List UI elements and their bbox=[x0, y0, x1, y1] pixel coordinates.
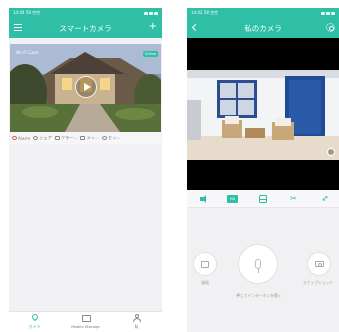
speaker-icon[interactable] bbox=[327, 148, 335, 156]
camera-name: Wi-Fi Cam bbox=[16, 51, 39, 56]
fullscreen-icon: ↕ bbox=[318, 192, 330, 204]
back-icon[interactable] bbox=[191, 23, 200, 32]
status-icons bbox=[321, 11, 335, 15]
play-icon[interactable] bbox=[75, 76, 97, 98]
quality-button[interactable]: HD bbox=[226, 193, 240, 205]
message-icon bbox=[80, 136, 86, 140]
tab-mobile-storage-label: Mobile Storage bbox=[71, 324, 100, 329]
status-icons bbox=[144, 11, 158, 15]
video-letterbox-top bbox=[187, 38, 339, 70]
alarm-action[interactable]: Alarm bbox=[12, 136, 30, 141]
microphone-icon bbox=[255, 259, 261, 273]
message-label: メッ... bbox=[86, 135, 99, 140]
fullscreen-button[interactable]: ↕ bbox=[317, 193, 331, 205]
alarm-icon bbox=[12, 136, 17, 140]
tab-camera[interactable]: カメラ bbox=[15, 312, 55, 330]
status-time: 14:02 58 空空 bbox=[191, 10, 219, 15]
snapshot-label: スナップショット bbox=[302, 280, 334, 285]
app-header: 14:04 58 空空 スマートカメラ + bbox=[9, 8, 162, 38]
location-pin-icon bbox=[30, 312, 39, 322]
live-video[interactable] bbox=[187, 70, 339, 160]
picture-icon bbox=[81, 315, 91, 322]
status-bar: 14:04 58 空空 bbox=[9, 8, 162, 18]
tab-me[interactable]: 私 bbox=[117, 314, 157, 330]
talk-label: 押してインターホンを聴く bbox=[236, 293, 282, 298]
video-controls: HD ✂ ↕ bbox=[187, 190, 339, 208]
add-camera-icon[interactable]: + bbox=[149, 22, 157, 32]
app-header: 14:02 58 空空 私のカメラ bbox=[187, 8, 339, 38]
camera-action-bar: Alarm シェア クラー... メッ... セッ... bbox=[10, 132, 161, 144]
page-title: スマートカメラ bbox=[59, 23, 112, 33]
share-icon bbox=[33, 136, 39, 140]
nav-bar: スマートカメラ + bbox=[9, 18, 162, 38]
cloud-action[interactable]: クラー... bbox=[54, 135, 78, 141]
patio-image bbox=[187, 70, 339, 160]
record-button[interactable] bbox=[193, 252, 217, 276]
camera-list-screen: 14:04 58 空空 スマートカメラ + Wi-Fi Cam Online A… bbox=[9, 8, 162, 332]
gear-icon[interactable] bbox=[326, 23, 335, 32]
record-icon bbox=[201, 260, 209, 268]
clip-button[interactable]: ✂ bbox=[287, 193, 301, 205]
scissors-icon: ✂ bbox=[290, 193, 297, 203]
cloud-label: クラー... bbox=[60, 135, 78, 140]
snapshot-button[interactable] bbox=[307, 252, 331, 276]
cloud-icon bbox=[54, 136, 60, 140]
alarm-label: Alarm bbox=[18, 135, 31, 141]
page-title: 私のカメラ bbox=[244, 23, 282, 33]
live-view-screen: 14:02 58 空空 私のカメラ HD ✂ ↕ 録画 押してインターホンを聴く… bbox=[187, 8, 339, 332]
person-icon bbox=[132, 314, 141, 323]
status-bar: 14:02 58 空空 bbox=[187, 8, 339, 18]
message-action[interactable]: メッ... bbox=[80, 135, 99, 141]
settings-action[interactable]: セッ... bbox=[101, 135, 121, 141]
video-letterbox-bottom bbox=[187, 148, 339, 190]
status-badge: Online bbox=[142, 51, 158, 57]
camera-icon bbox=[314, 261, 324, 267]
tab-me-label: 私 bbox=[134, 324, 139, 329]
share-action[interactable]: シェア bbox=[33, 135, 52, 141]
tab-mobile-storage[interactable]: Mobile Storage bbox=[66, 314, 106, 329]
share-label: シェア bbox=[39, 135, 52, 140]
settings-icon bbox=[101, 136, 107, 140]
quality-label: HD bbox=[226, 194, 239, 203]
nav-bar: 私のカメラ bbox=[187, 18, 339, 38]
record-label: 録画 bbox=[201, 280, 209, 285]
tab-camera-label: カメラ bbox=[28, 324, 41, 329]
volume-icon bbox=[200, 194, 206, 203]
camera-thumbnail[interactable]: Wi-Fi Cam Online bbox=[10, 44, 161, 132]
screenshot-root: 14:04 58 空空 スマートカメラ + Wi-Fi Cam Online A… bbox=[0, 0, 339, 332]
status-time: 14:04 58 空空 bbox=[13, 10, 41, 15]
action-row: 録画 押してインターホンを聴く スナップショット bbox=[187, 244, 339, 314]
split-view-icon bbox=[259, 194, 267, 203]
volume-button[interactable] bbox=[195, 193, 209, 205]
talk-button[interactable] bbox=[238, 244, 278, 284]
split-view-button[interactable] bbox=[256, 193, 270, 205]
menu-icon[interactable] bbox=[14, 24, 22, 31]
bottom-tab-bar: カメラ Mobile Storage 私 bbox=[9, 311, 162, 332]
settings-label: セッ... bbox=[107, 135, 121, 140]
